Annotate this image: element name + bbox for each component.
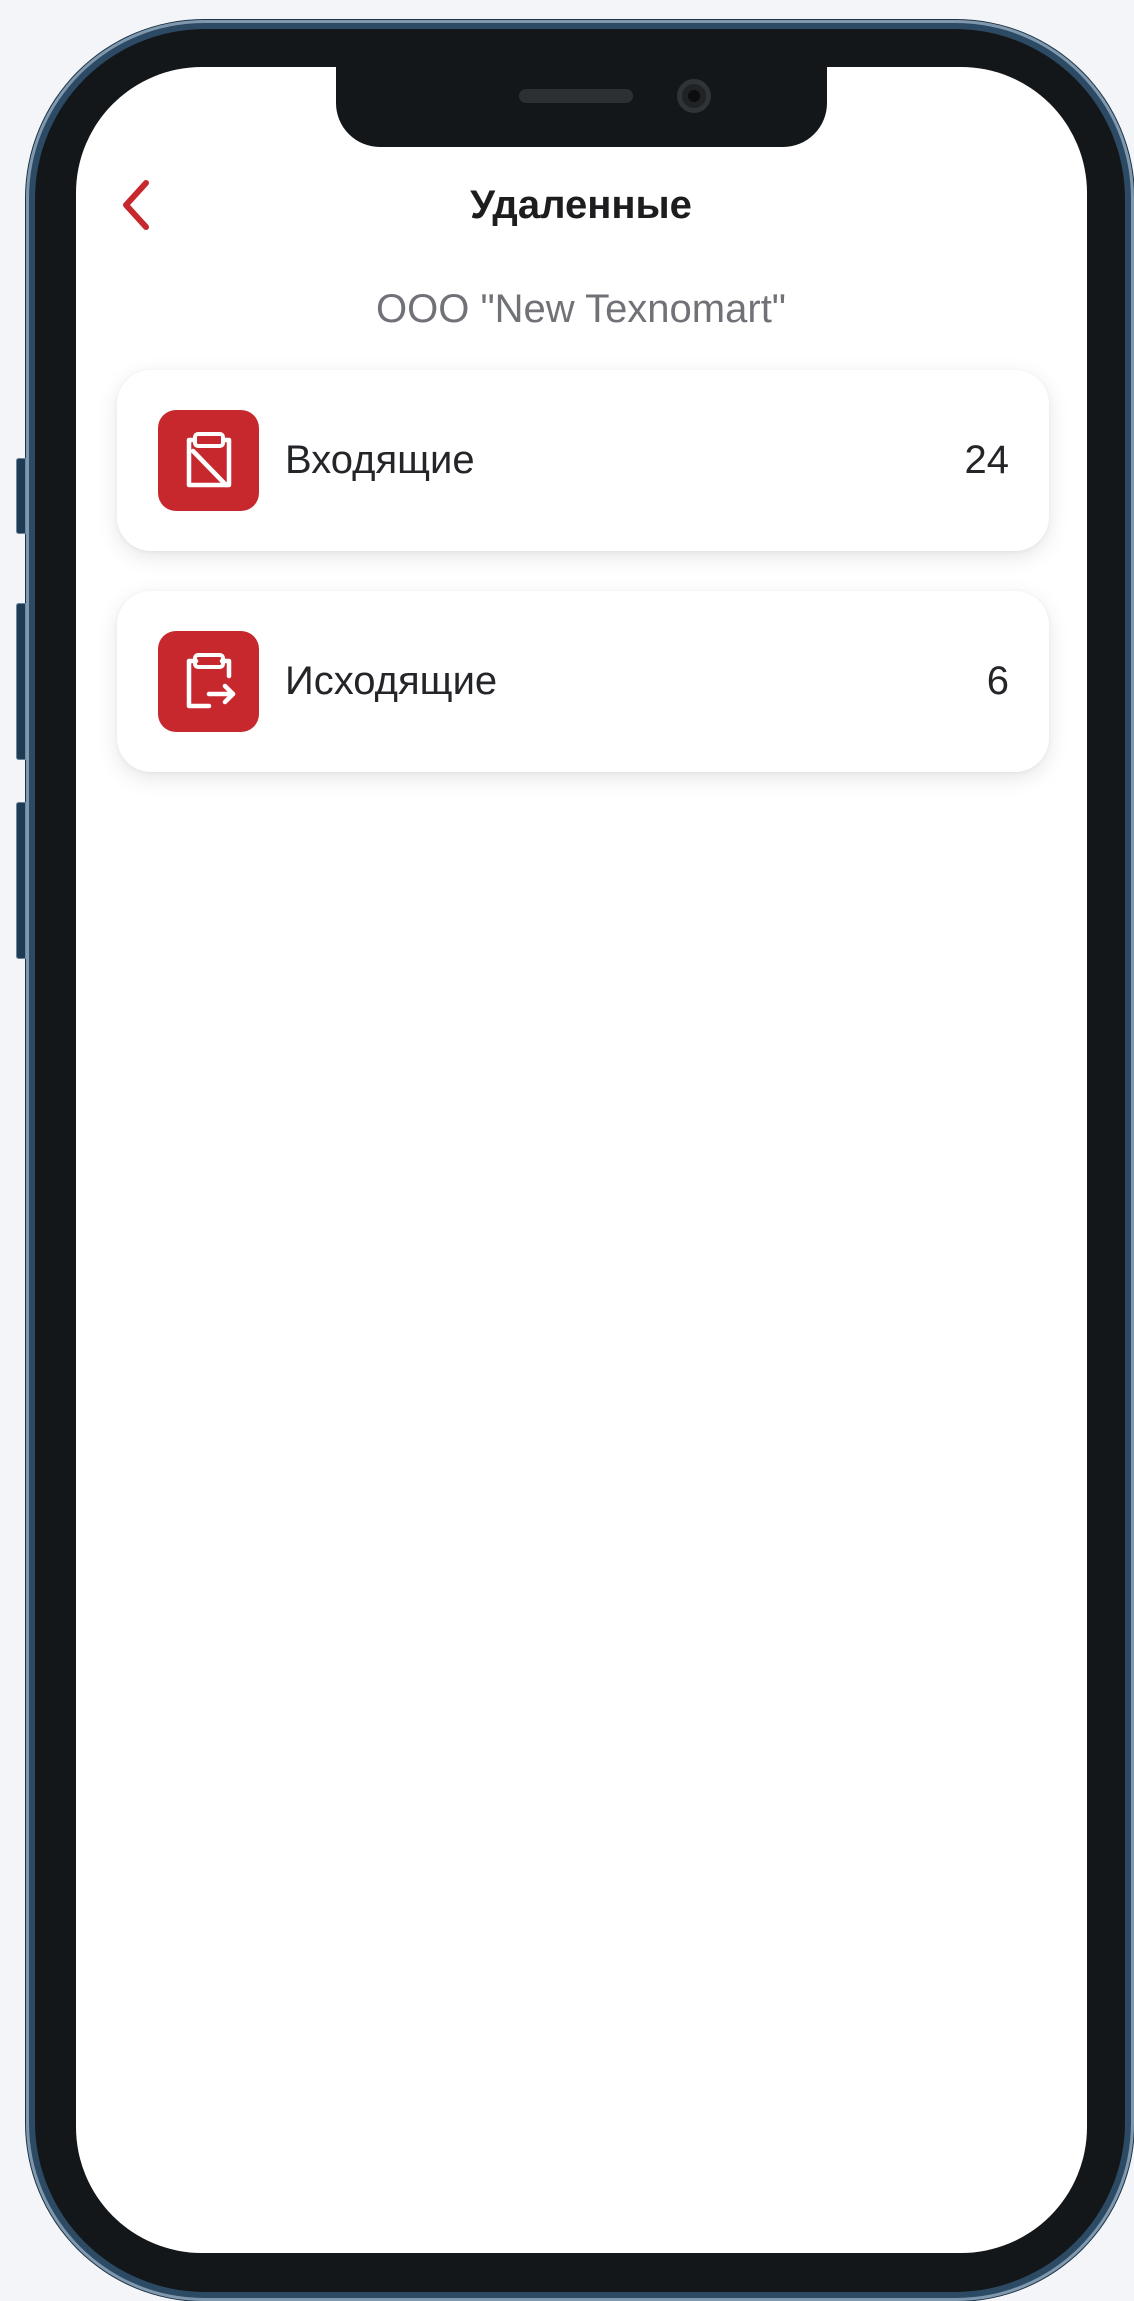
- volume-up-button: [16, 603, 26, 760]
- camera-notch: [336, 67, 827, 147]
- app-screen: Удаленные ООО "New Texnomart" Входящие 2…: [76, 67, 1087, 2253]
- company-name: ООО "New Texnomart": [376, 287, 786, 331]
- incoming-folder-count: 24: [964, 438, 1010, 482]
- incoming-folder-label: Входящие: [285, 438, 475, 482]
- back-button[interactable]: [114, 175, 156, 235]
- camera-lens: [688, 90, 700, 102]
- speaker-grille: [519, 89, 633, 103]
- outgoing-folder-count: 6: [986, 659, 1009, 703]
- incoming-icon-badge: [158, 410, 259, 511]
- mute-switch: [16, 458, 26, 534]
- clipboard-export-icon: [186, 652, 235, 708]
- outgoing-icon-badge: [158, 631, 259, 732]
- outgoing-folder-item[interactable]: Исходящие 6: [117, 591, 1049, 772]
- front-camera: [677, 79, 711, 113]
- page-title: Удаленные: [470, 183, 692, 227]
- clipboard-off-icon: [186, 431, 231, 487]
- volume-down-button: [16, 802, 26, 959]
- chevron-left-icon: [123, 180, 149, 230]
- incoming-folder-item[interactable]: Входящие 24: [117, 370, 1049, 551]
- outgoing-folder-label: Исходящие: [285, 659, 498, 703]
